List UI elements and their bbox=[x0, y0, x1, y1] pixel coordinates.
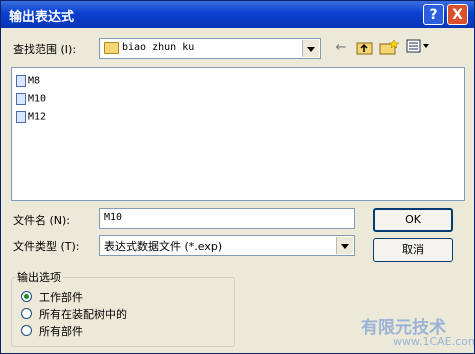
output-expression-dialog: 输出表达式 ? X 查找范围 (I): biao zhun ku ← M8 M1… bbox=[0, 0, 475, 354]
view-menu-icon[interactable] bbox=[405, 39, 431, 57]
watermark-site: www.1CAE.com bbox=[393, 335, 475, 348]
filetype-value: 表达式数据文件 (*.exp) bbox=[104, 240, 223, 253]
file-icon bbox=[16, 93, 26, 105]
title-bar[interactable]: 输出表达式 ? X bbox=[1, 1, 474, 28]
chevron-down-icon[interactable] bbox=[336, 237, 353, 254]
radio-all-in-assembly[interactable] bbox=[21, 308, 32, 319]
filetype-combo[interactable]: 表达式数据文件 (*.exp) bbox=[99, 235, 355, 256]
cancel-button[interactable]: 取消 bbox=[373, 238, 453, 262]
filename-input[interactable]: M10 bbox=[99, 208, 355, 229]
dialog-title: 输出表达式 bbox=[9, 10, 75, 25]
radio-all-parts-label[interactable]: 所有部件 bbox=[39, 323, 83, 339]
folder-icon bbox=[104, 42, 119, 54]
chevron-down-icon[interactable] bbox=[302, 40, 319, 57]
filetype-label: 文件类型 (T): bbox=[13, 240, 80, 253]
look-in-value: biao zhun ku bbox=[122, 42, 195, 53]
file-item-m10[interactable]: M10 bbox=[16, 92, 46, 108]
back-arrow-icon[interactable]: ← bbox=[331, 39, 351, 57]
output-options-title: 输出选项 bbox=[15, 269, 63, 285]
file-list[interactable]: M8 M10 M12 bbox=[11, 67, 465, 201]
up-folder-icon[interactable] bbox=[355, 39, 375, 57]
ok-button[interactable]: OK bbox=[373, 208, 453, 232]
new-folder-icon[interactable] bbox=[379, 39, 400, 57]
close-button[interactable]: X bbox=[447, 4, 468, 25]
help-button[interactable]: ? bbox=[423, 4, 444, 25]
filename-value: M10 bbox=[104, 212, 123, 223]
radio-work-part-label[interactable]: 工作部件 bbox=[39, 289, 83, 305]
file-item-m12[interactable]: M12 bbox=[16, 110, 46, 126]
file-icon bbox=[16, 111, 26, 123]
file-icon bbox=[16, 75, 26, 87]
file-item-m8[interactable]: M8 bbox=[16, 74, 40, 90]
radio-all-parts[interactable] bbox=[21, 325, 32, 336]
look-in-combo[interactable]: biao zhun ku bbox=[99, 38, 321, 59]
radio-all-in-assembly-label[interactable]: 所有在装配树中的 bbox=[39, 306, 127, 322]
filename-label: 文件名 (N): bbox=[13, 214, 71, 227]
radio-work-part[interactable] bbox=[21, 291, 32, 302]
look-in-label: 查找范围 (I): bbox=[13, 43, 77, 56]
